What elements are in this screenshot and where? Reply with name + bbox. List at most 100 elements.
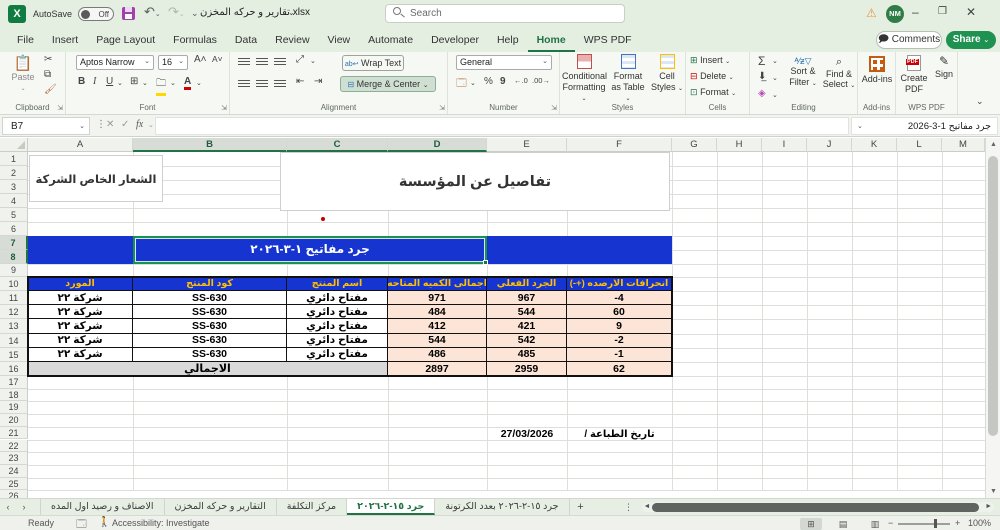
table-header-col-2[interactable]: اسم المنتج	[287, 277, 388, 291]
merge-center-button[interactable]: ⊟ Merge & Center ⌄	[340, 76, 436, 92]
format-painter-icon[interactable]: 🖌	[44, 84, 57, 95]
create-pdf-button[interactable]: PDF Create PDF	[898, 55, 930, 94]
sheet-tab-1[interactable]: التقارير و حركه المخزن	[165, 499, 277, 515]
menu-tab-review[interactable]: Review	[266, 28, 318, 52]
borders-chevron-icon[interactable]: ⌄	[142, 79, 148, 87]
row-header-13[interactable]: 13	[0, 319, 28, 334]
table-cell-r0-c1[interactable]: SS-630	[133, 291, 287, 306]
fill-icon[interactable]: ⬇̲	[758, 71, 766, 82]
confirm-entry-icon[interactable]: ✓	[121, 119, 129, 130]
table-cell-r0-c4[interactable]: 967	[487, 291, 567, 306]
align-center-icon[interactable]	[256, 78, 268, 89]
row-header-22[interactable]: 22	[0, 439, 28, 453]
menu-tab-data[interactable]: Data	[226, 28, 266, 52]
column-header-c[interactable]: C	[287, 138, 388, 152]
details-text-box[interactable]: تفاصيل عن المؤسسة	[280, 152, 670, 211]
title-chevron-down-icon[interactable]: ⌄	[288, 8, 295, 17]
clear-chevron-icon[interactable]: ⌄	[772, 91, 778, 99]
autosum-icon[interactable]: Σ	[758, 54, 765, 68]
column-header-a[interactable]: A	[28, 138, 133, 152]
table-cell-r2-c3[interactable]: 412	[388, 319, 487, 334]
fill-chevron-icon[interactable]: ⌄	[772, 74, 778, 82]
table-cell-r1-c1[interactable]: SS-630	[133, 305, 287, 320]
excel-logo-icon[interactable]: X	[8, 5, 26, 23]
comma-style-icon[interactable]: 9	[500, 76, 506, 87]
table-cell-r1-c5[interactable]: 60	[567, 305, 672, 320]
table-cell-r4-c0[interactable]: شركة ٢٢	[28, 347, 133, 362]
decrease-indent-icon[interactable]: ⇤	[296, 76, 304, 87]
borders-icon[interactable]: ⊞	[130, 76, 138, 87]
autosave-toggle[interactable]: Off	[78, 7, 114, 21]
column-header-d[interactable]: D	[388, 138, 487, 152]
column-header-k[interactable]: K	[852, 138, 897, 152]
column-header-j[interactable]: J	[807, 138, 852, 152]
table-cell-r3-c3[interactable]: 544	[388, 333, 487, 348]
row-header-6[interactable]: 6	[0, 222, 28, 236]
active-cell-selection[interactable]	[133, 236, 488, 265]
font-color-chevron-icon[interactable]: ⌄	[196, 79, 202, 87]
autosum-chevron-icon[interactable]: ⌄	[772, 57, 778, 65]
new-sheet-button[interactable]: +	[570, 499, 592, 515]
menu-tab-developer[interactable]: Developer	[422, 28, 488, 52]
row-header-9[interactable]: 9	[0, 264, 28, 277]
table-header-col-1[interactable]: كود المنتج	[133, 277, 287, 291]
table-header-col-4[interactable]: الجرد الفعلي	[487, 277, 567, 291]
underline-button[interactable]: U	[106, 76, 113, 87]
horizontal-scrollbar[interactable]: ◄ ►	[641, 502, 994, 512]
cell-styles-button[interactable]: Cell Styles ⌄	[650, 54, 684, 93]
decrease-decimal-icon[interactable]: .00→	[532, 76, 550, 85]
italic-button[interactable]: I	[93, 76, 96, 87]
table-cell-r2-c0[interactable]: شركة ٢٢	[28, 319, 133, 334]
share-button[interactable]: Share ⌄	[946, 31, 996, 49]
table-cell-r3-c2[interactable]: مفتاح دائري	[287, 333, 388, 348]
normal-view-button[interactable]: ⊞	[800, 517, 822, 530]
macro-record-icon[interactable]: 🗔	[76, 517, 87, 530]
restore-button[interactable]: ❐	[938, 6, 947, 17]
align-bottom-icon[interactable]	[274, 56, 286, 67]
print-date-label-cell[interactable]: تاريخ الطباعة /	[567, 427, 672, 441]
accounting-chevron-icon[interactable]: ⌄	[470, 79, 476, 87]
sheet-tab-4[interactable]: جرد ١٥-٢-٢٠٢٦ بعدد الكرتونة	[435, 499, 570, 515]
insert-cells-button[interactable]: ⊞ Insert ⌄	[690, 55, 746, 66]
table-cell-r0-c5[interactable]: -4	[567, 291, 672, 306]
table-cell-r0-c2[interactable]: مفتاح دائري	[287, 291, 388, 306]
table-cell-r3-c5[interactable]: -2	[567, 333, 672, 348]
row-header-24[interactable]: 24	[0, 464, 28, 478]
column-header-h[interactable]: H	[717, 138, 762, 152]
formula-input[interactable]	[155, 117, 849, 135]
row-header-21[interactable]: 21	[0, 426, 28, 440]
sheet-tab-0[interactable]: الاصناف و رصيد اول المده	[40, 499, 165, 515]
format-cells-button[interactable]: ⊡ Format ⌄	[690, 87, 746, 98]
column-header-f[interactable]: F	[567, 138, 672, 152]
print-date-cell[interactable]: 27/03/2026	[487, 427, 567, 441]
page-layout-view-button[interactable]: ▤	[832, 518, 854, 530]
conditional-formatting-button[interactable]: Conditional Formatting ⌄	[562, 54, 607, 103]
customize-toolbar-icon[interactable]: ⌄	[191, 8, 199, 19]
vertical-scrollbar[interactable]: ▲ ▼	[985, 138, 1000, 498]
copy-icon[interactable]: ⧉	[44, 69, 51, 80]
table-cell-r0-c0[interactable]: شركة ٢٢	[28, 291, 133, 306]
table-total-value-1[interactable]: 2959	[487, 362, 567, 376]
align-middle-icon[interactable]	[256, 56, 268, 67]
column-header-b[interactable]: B	[133, 138, 287, 152]
row-header-5[interactable]: 5	[0, 208, 28, 222]
table-header-col-3[interactable]: اجمالى الكميه المتاحه	[388, 277, 487, 291]
menu-tab-page-layout[interactable]: Page Layout	[87, 28, 164, 52]
table-cell-r2-c5[interactable]: 9	[567, 319, 672, 334]
bold-button[interactable]: B	[78, 76, 85, 87]
table-cell-r3-c1[interactable]: SS-630	[133, 333, 287, 348]
fill-color-icon[interactable]: 🗀	[156, 76, 166, 96]
menu-tab-wps-pdf[interactable]: WPS PDF	[575, 28, 641, 52]
column-header-m[interactable]: M	[942, 138, 985, 152]
row-header-20[interactable]: 20	[0, 414, 28, 427]
menu-tab-insert[interactable]: Insert	[43, 28, 87, 52]
table-cell-r4-c1[interactable]: SS-630	[133, 347, 287, 362]
row-header-2[interactable]: 2	[0, 166, 28, 180]
sheet-name-selector[interactable]: ⌄ جرد مفاتيح 1-3-2026	[851, 117, 998, 135]
orientation-chevron-icon[interactable]: ⌄	[310, 57, 316, 65]
accounting-format-icon[interactable]: 🗔	[456, 76, 467, 93]
name-box[interactable]: B7 ⌄	[2, 117, 90, 135]
page-break-view-button[interactable]: ▥	[864, 518, 886, 530]
table-cell-r0-c3[interactable]: 971	[388, 291, 487, 306]
underline-chevron-icon[interactable]: ⌄	[117, 79, 123, 87]
